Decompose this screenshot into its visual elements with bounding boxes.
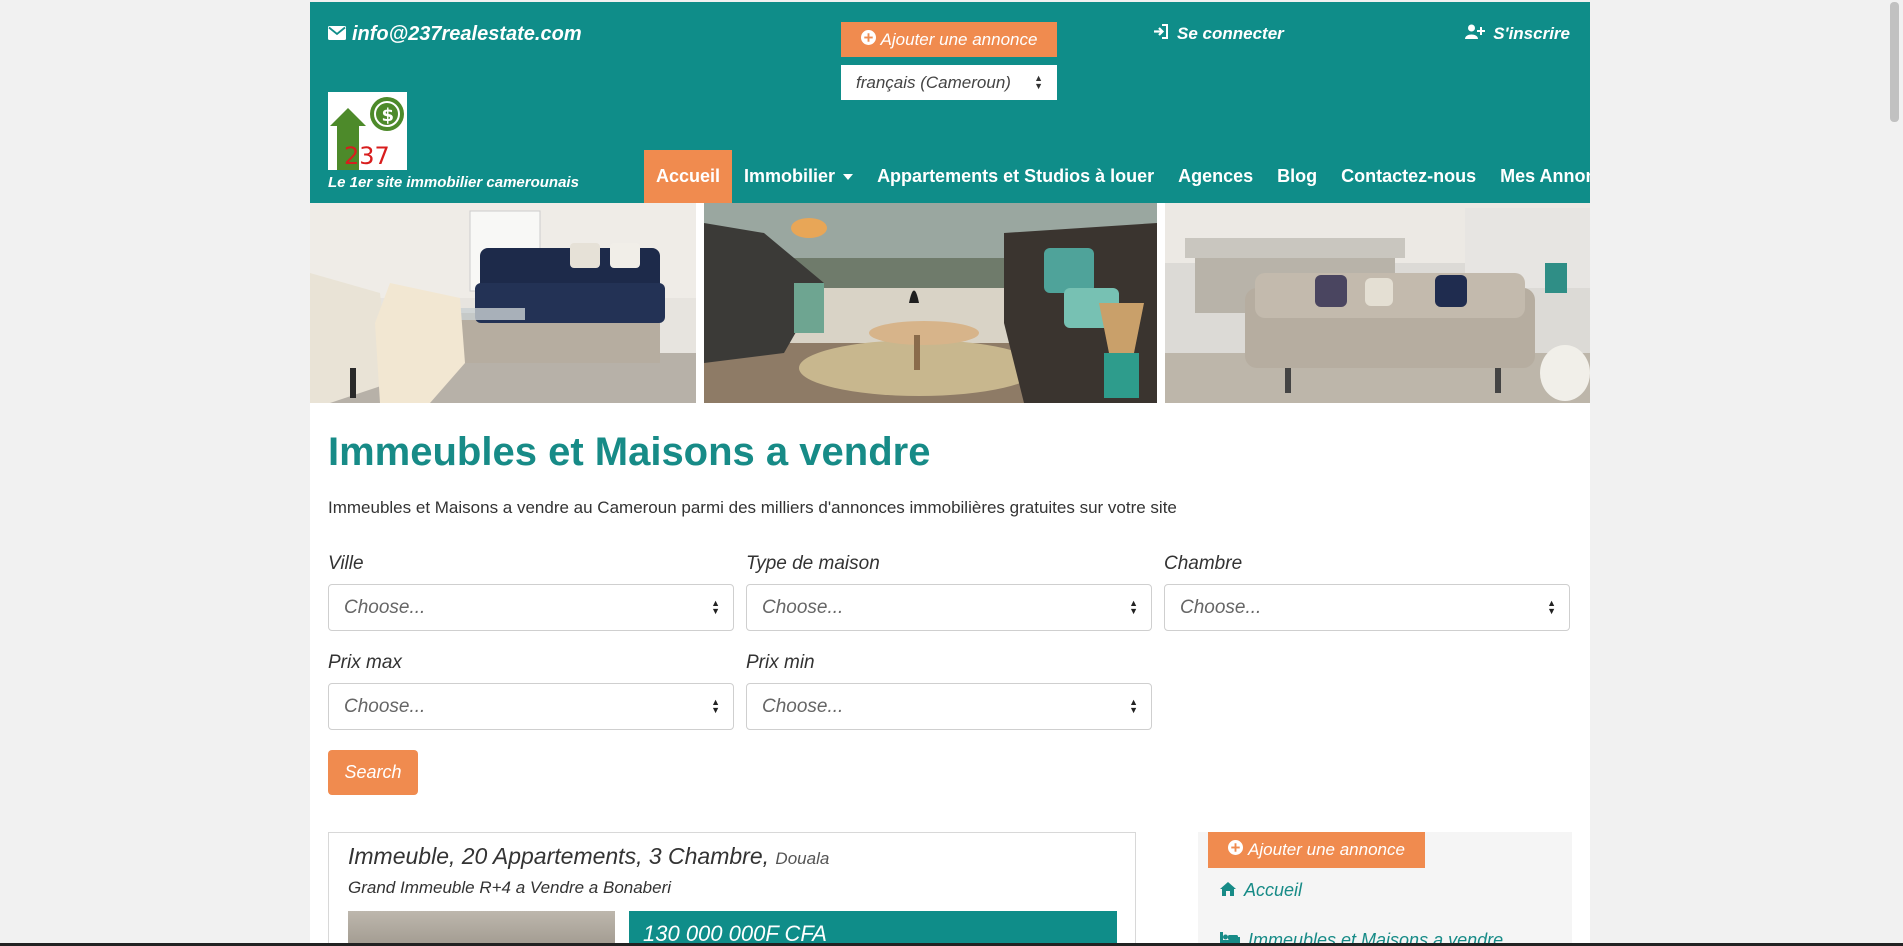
select-arrows-icon: ▲ ▼ xyxy=(711,598,720,616)
nav-item-appartements[interactable]: Appartements et Studios à louer xyxy=(865,150,1166,203)
sign-in-icon xyxy=(1153,24,1169,44)
hero-banner xyxy=(310,203,1590,403)
sidebar-link-accueil[interactable]: Accueil xyxy=(1220,880,1302,901)
select-arrows-icon: ▲ ▼ xyxy=(1034,73,1043,91)
prix-min-select-value: Choose... xyxy=(762,695,844,717)
hero-image-living-room-2 xyxy=(704,203,1157,403)
contact-email[interactable]: info@237realestate.com xyxy=(328,23,582,46)
nav-label: Blog xyxy=(1277,166,1318,186)
listing-card[interactable]: Immeuble, 20 Appartements, 3 Chambre, Do… xyxy=(328,832,1136,946)
sidebar-link-label: Accueil xyxy=(1244,880,1303,900)
nav-label: Appartements et Studios à louer xyxy=(877,166,1155,186)
login-label: Se connecter xyxy=(1177,24,1284,43)
listing-subtitle: Grand Immeuble R+4 a Vendre a Bonaberi xyxy=(348,878,672,897)
nav-item-accueil[interactable]: Accueil xyxy=(644,150,733,203)
sidebar: Ajouter une annonce Accueil Immeubles et… xyxy=(1198,832,1572,946)
nav-label: Mes Annonces xyxy=(1500,166,1590,186)
ville-select-value: Choose... xyxy=(344,596,426,618)
nav-label: Accueil xyxy=(656,166,721,186)
nav-item-contact[interactable]: Contactez-nous xyxy=(1329,150,1488,203)
hero-image-living-room-3 xyxy=(1165,203,1590,403)
logo-text: 237 xyxy=(344,142,390,170)
scrollbar-thumb[interactable] xyxy=(1890,2,1899,122)
prix-max-select-value: Choose... xyxy=(344,695,426,717)
select-arrows-icon: ▲ ▼ xyxy=(1129,697,1138,715)
listing-city: Douala xyxy=(775,849,830,868)
nav-item-immobilier[interactable]: Immobilier xyxy=(732,150,865,203)
search-button[interactable]: Search xyxy=(328,750,418,795)
signup-label: S'inscrire xyxy=(1493,24,1570,43)
main-nav: Accueil Immobilier Appartements et Studi… xyxy=(644,150,1590,203)
chambre-select-value: Choose... xyxy=(1180,596,1262,618)
tagline: Le 1er site immobilier camerounais xyxy=(328,174,579,191)
prix-min-label: Prix min xyxy=(746,652,815,673)
add-ad-button[interactable]: Ajouter une annonce xyxy=(841,22,1057,57)
home-icon xyxy=(1220,880,1236,901)
select-arrows-icon: ▲ ▼ xyxy=(1547,598,1556,616)
page-title: Immeubles et Maisons a vendre xyxy=(328,430,931,474)
ville-label: Ville xyxy=(328,553,364,574)
type-maison-label: Type de maison xyxy=(746,553,880,574)
caret-down-icon xyxy=(843,173,854,180)
listing-photo[interactable] xyxy=(348,911,615,946)
language-select[interactable]: français (Cameroun) ▲ ▼ xyxy=(841,65,1057,100)
svg-text:$: $ xyxy=(382,105,395,126)
sidebar-add-ad-label: Ajouter une annonce xyxy=(1248,840,1405,859)
login-link[interactable]: Se connecter xyxy=(1153,24,1284,44)
add-ad-label: Ajouter une annonce xyxy=(880,29,1038,49)
user-plus-icon xyxy=(1465,24,1486,44)
nav-label: Contactez-nous xyxy=(1341,166,1477,186)
nav-label: Agences xyxy=(1178,166,1254,186)
nav-item-blog[interactable]: Blog xyxy=(1265,150,1329,203)
listing-title-text: Immeuble, 20 Appartements, 3 Chambre, xyxy=(348,843,770,869)
prix-min-select[interactable]: Choose... ▲ ▼ xyxy=(746,683,1152,730)
header: info@237realestate.com Ajouter une annon… xyxy=(310,2,1590,203)
page: info@237realestate.com Ajouter une annon… xyxy=(310,2,1590,946)
nav-item-agences[interactable]: Agences xyxy=(1166,150,1265,203)
listing-title[interactable]: Immeuble, 20 Appartements, 3 Chambre, Do… xyxy=(348,843,829,870)
ville-select[interactable]: Choose... ▲ ▼ xyxy=(328,584,734,631)
plus-circle-icon xyxy=(860,29,876,50)
chambre-select[interactable]: Choose... ▲ ▼ xyxy=(1164,584,1570,631)
type-maison-select-value: Choose... xyxy=(762,596,844,618)
listing-price: 130 000 000F CFA xyxy=(629,911,1117,946)
scrollbar[interactable] xyxy=(1886,0,1903,946)
nav-label: Immobilier xyxy=(744,166,836,186)
site-logo[interactable]: $ 237 xyxy=(328,92,407,170)
page-description: Immeubles et Maisons a vendre au Camerou… xyxy=(328,498,1177,517)
envelope-icon xyxy=(328,23,346,46)
sidebar-add-ad-button[interactable]: Ajouter une annonce xyxy=(1208,832,1425,868)
select-arrows-icon: ▲ ▼ xyxy=(711,697,720,715)
chambre-label: Chambre xyxy=(1164,553,1243,574)
select-arrows-icon: ▲ ▼ xyxy=(1129,598,1138,616)
language-selected: français (Cameroun) xyxy=(856,72,1011,92)
hero-image-living-room-1 xyxy=(310,203,696,403)
search-button-label: Search xyxy=(344,762,402,782)
contact-email-text: info@237realestate.com xyxy=(352,23,582,45)
prix-max-label: Prix max xyxy=(328,652,402,673)
plus-circle-icon xyxy=(1228,840,1244,860)
nav-item-mes-annonces[interactable]: Mes Annonces xyxy=(1488,150,1590,203)
prix-max-select[interactable]: Choose... ▲ ▼ xyxy=(328,683,734,730)
signup-link[interactable]: S'inscrire xyxy=(1465,24,1570,44)
type-maison-select[interactable]: Choose... ▲ ▼ xyxy=(746,584,1152,631)
